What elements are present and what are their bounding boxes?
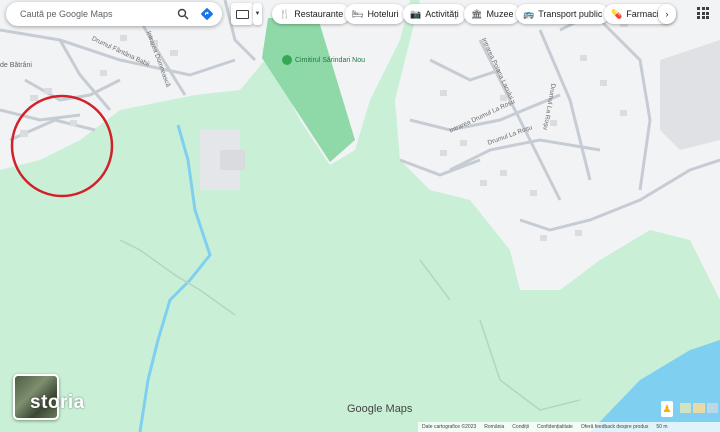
bed-icon: 🛏: [352, 8, 364, 19]
input-tools-dropdown[interactable]: ▼: [253, 3, 262, 25]
place-label-village[interactable]: de Bătrâni: [0, 62, 32, 69]
chip-label: Muzee: [486, 9, 514, 19]
cemetery-pin-icon: [282, 55, 292, 65]
chip-label: Farmacii: [626, 9, 661, 19]
chevron-down-icon: ▼: [254, 11, 261, 17]
stream: [138, 124, 212, 432]
chip-label: Transport public: [538, 9, 603, 19]
pharmacy-icon: 💊: [611, 8, 623, 19]
chip-label: Activități: [425, 9, 459, 19]
terms-link[interactable]: Condiții: [512, 424, 529, 430]
imagery-thumbnails[interactable]: [680, 403, 718, 413]
pegman-icon[interactable]: ♟: [661, 401, 673, 417]
park-paths: [119, 239, 581, 411]
imagery-thumb-icon: [693, 403, 705, 413]
map-footer: Date cartografice ©2023 România Condiții…: [418, 422, 720, 432]
storia-watermark: storia: [30, 392, 85, 413]
cemetery-label: Cimitirul Sărindari Nou: [295, 56, 366, 64]
fork-knife-icon: 🍴: [279, 8, 291, 19]
lake: [590, 340, 720, 432]
search-input[interactable]: Caută pe Google Maps: [20, 9, 174, 19]
search-box[interactable]: Caută pe Google Maps: [6, 2, 222, 26]
google-maps-logo: Google Maps: [347, 403, 413, 415]
keyboard-button[interactable]: [231, 3, 253, 25]
map-data-attribution: Date cartografice ©2023: [422, 424, 477, 430]
chevron-right-icon: ›: [665, 9, 669, 19]
apps-grid-icon[interactable]: [697, 7, 709, 19]
feedback-link[interactable]: Oferă feedback despre produs: [581, 424, 649, 430]
imagery-thumb-icon: [706, 403, 718, 413]
privacy-link[interactable]: Confidențialitate: [537, 424, 573, 430]
keyboard-icon: [235, 9, 249, 19]
chip-activitati[interactable]: 📷 Activități: [403, 4, 466, 24]
museum-icon: 🏛: [471, 8, 483, 19]
chips-scroll-right[interactable]: ›: [658, 4, 676, 24]
scale-label[interactable]: 50 m: [656, 424, 667, 430]
chip-label: Hoteluri: [367, 9, 399, 19]
chip-hoteluri[interactable]: 🛏 Hoteluri: [345, 4, 406, 24]
directions-icon[interactable]: [198, 5, 216, 23]
camera-icon: 📷: [410, 8, 422, 19]
bus-icon: 🚌: [523, 8, 535, 19]
place-cemetery[interactable]: Cimitirul Sărindari Nou: [282, 55, 365, 65]
search-icon[interactable]: [174, 5, 192, 23]
chip-restaurante[interactable]: 🍴 Restaurante: [272, 4, 351, 24]
imagery-thumb-icon: [680, 403, 692, 413]
chip-muzee[interactable]: 🏛 Muzee: [464, 4, 521, 24]
chip-label: Restaurante: [294, 9, 344, 19]
building: [220, 150, 245, 170]
chip-transport-public[interactable]: 🚌 Transport public: [516, 4, 610, 24]
country-link[interactable]: România: [484, 424, 504, 430]
